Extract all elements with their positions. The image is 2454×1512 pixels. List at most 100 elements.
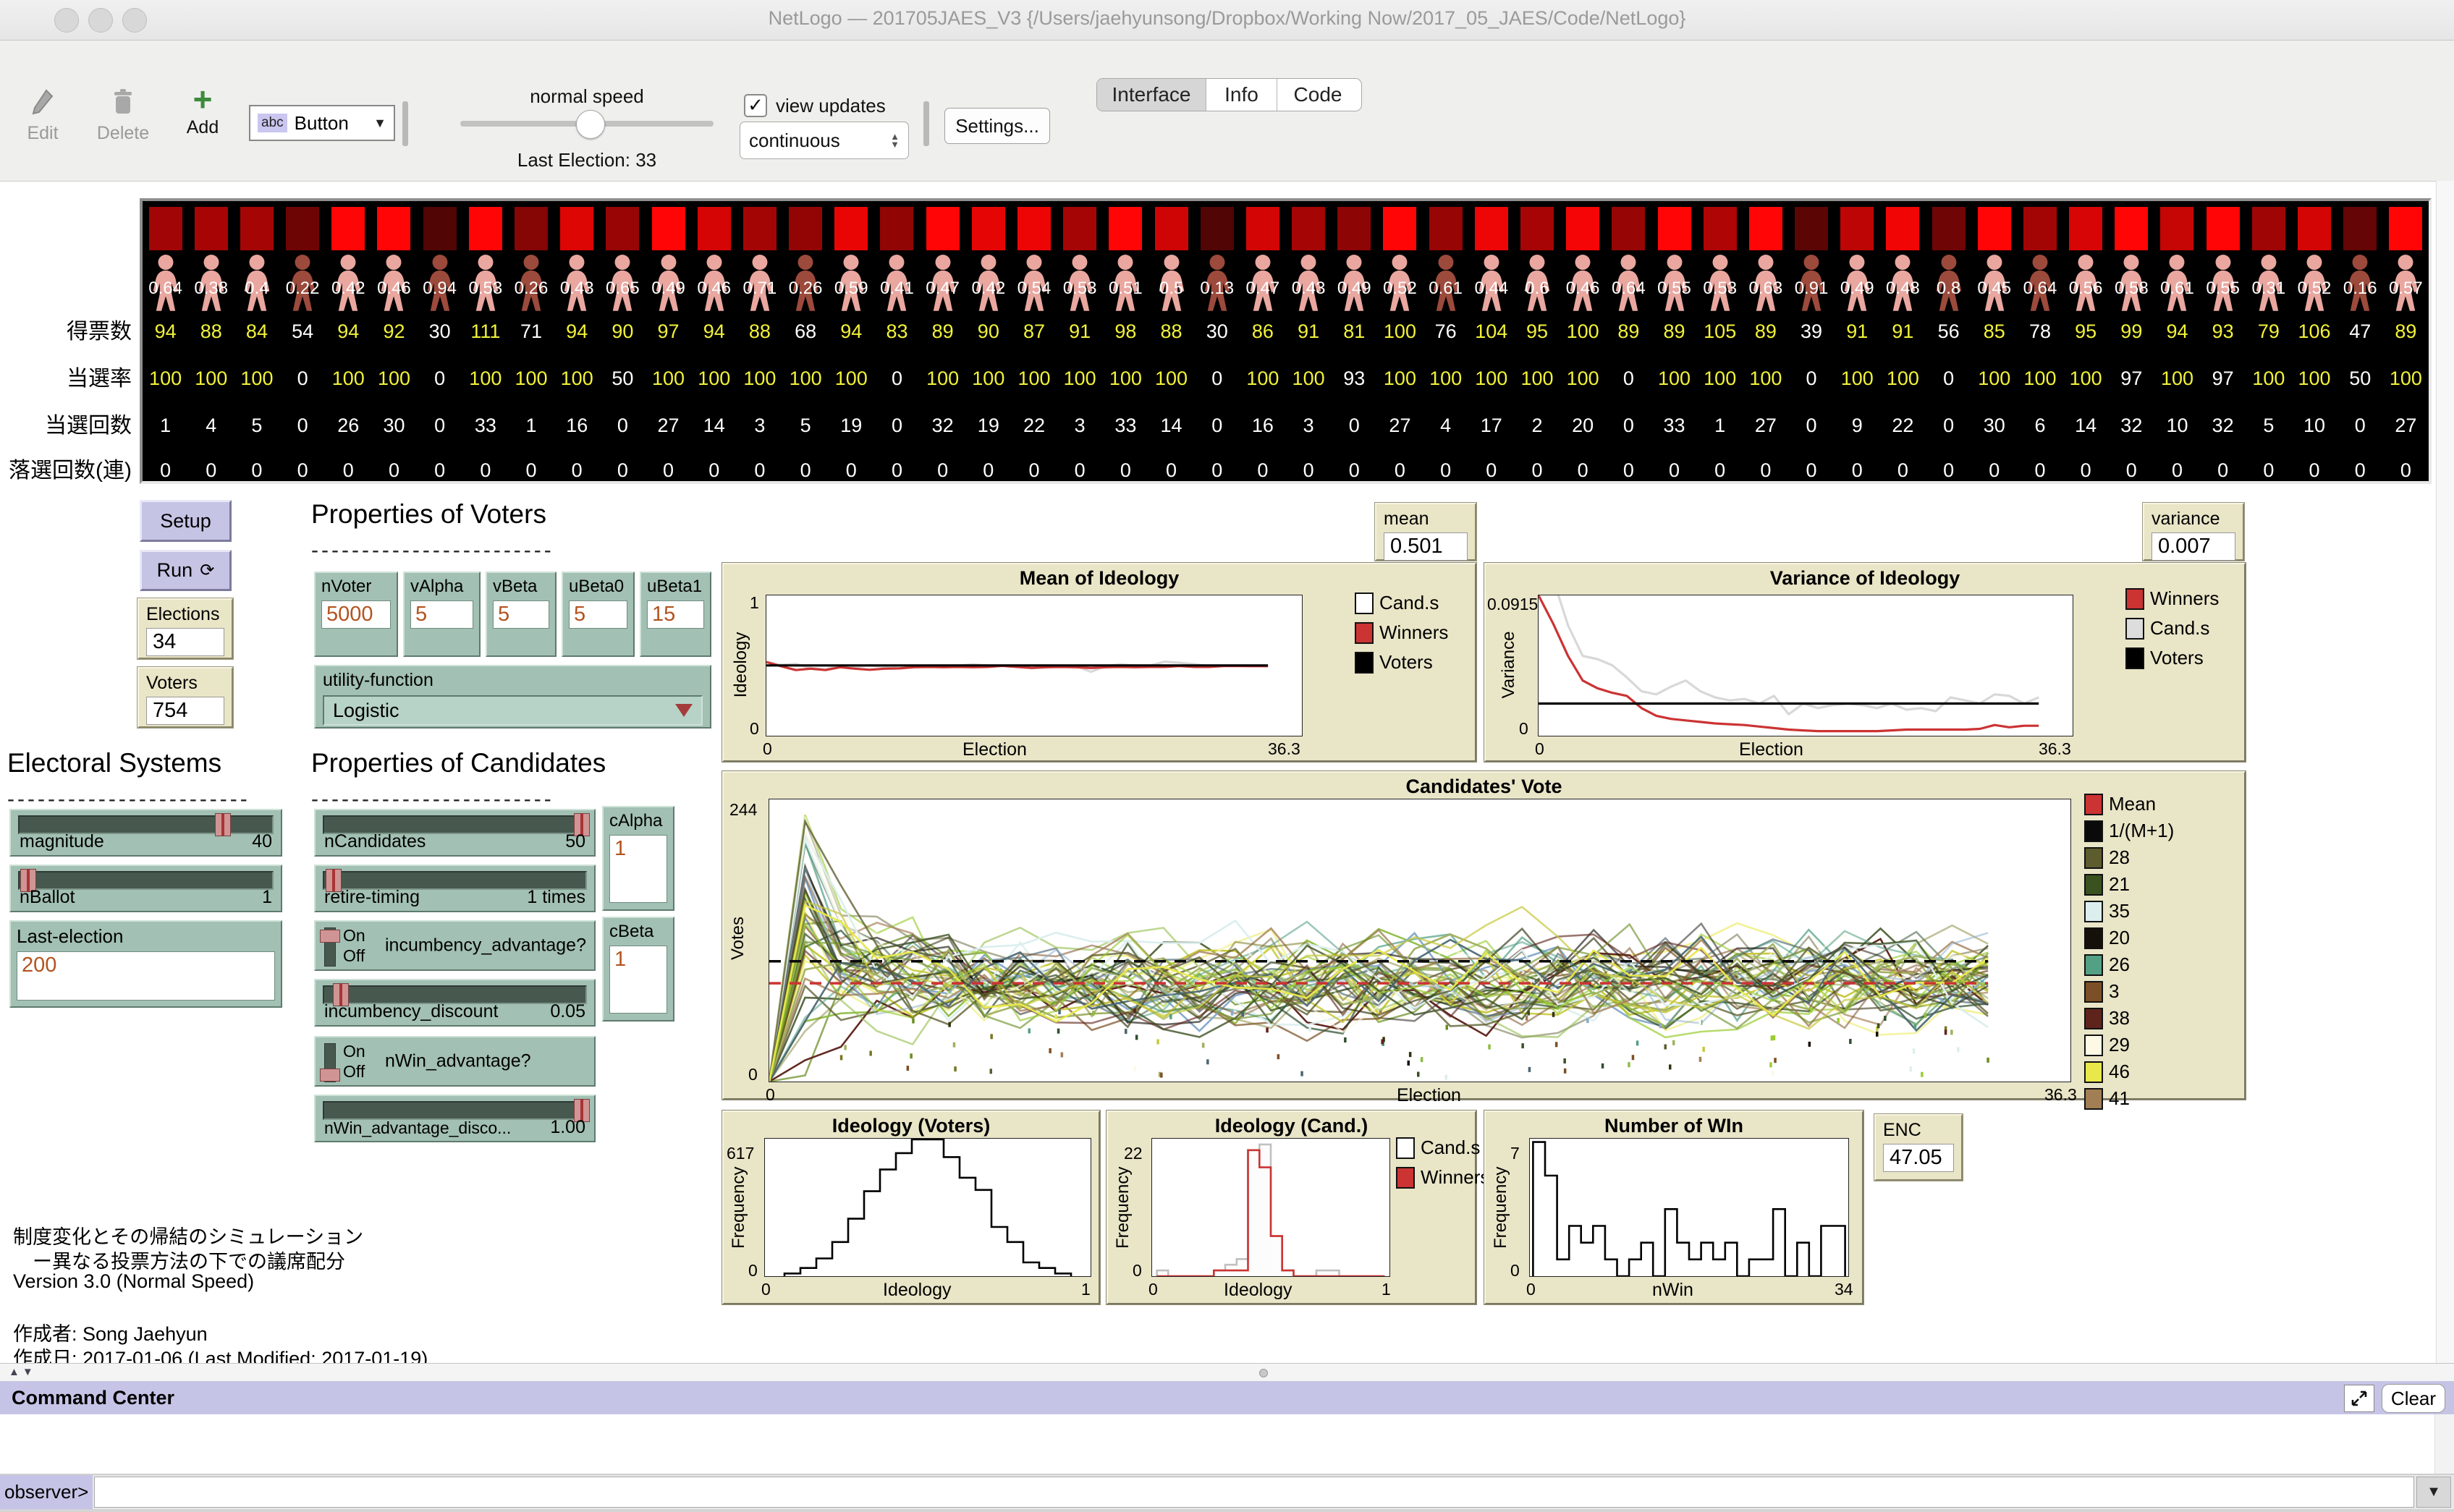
input-value[interactable]: 1 [609, 835, 667, 903]
add-button[interactable]: + Add [177, 84, 228, 138]
slider-handle[interactable] [215, 813, 231, 836]
candidate-ideology: 0.38 [188, 278, 234, 300]
chooser-utility-function[interactable]: utility-function Logistic [314, 665, 711, 729]
input-ubeta0[interactable]: uBeta0 5 [562, 572, 635, 657]
edit-button[interactable]: Edit [17, 88, 68, 144]
input-value[interactable]: 5000 [321, 600, 391, 629]
slider-incumbency-discount[interactable]: incumbency_discount 0.05 [314, 979, 596, 1027]
patch-rect [195, 207, 228, 250]
pane-splitter[interactable]: ▲▼ [0, 1363, 2454, 1382]
input-last-election[interactable]: Last-election 200 [9, 920, 282, 1008]
input-label: cAlpha [604, 807, 673, 831]
switch-nwin-advantage[interactable]: On Off nWin_advantage? [314, 1036, 596, 1087]
input-value[interactable]: 5 [410, 600, 473, 629]
candidate-win-count: 6 [2017, 415, 2062, 436]
patch-rect [240, 207, 274, 250]
y-tick: 0 [748, 1261, 758, 1280]
x-tick: 0 [766, 1085, 775, 1105]
input-valpha[interactable]: vAlpha 5 [403, 572, 481, 657]
splitter-handle[interactable] [1259, 1369, 1268, 1377]
patch-rect [1201, 207, 1234, 250]
switch-knob[interactable] [320, 1069, 340, 1082]
scroll-arrows-icon[interactable]: ▲▼ [9, 1366, 36, 1378]
input-value[interactable]: 15 [647, 600, 704, 629]
candidate-ideology: 0.26 [783, 278, 829, 300]
pencil-icon [30, 88, 55, 116]
input-calpha[interactable]: cAlpha 1 [602, 806, 674, 911]
world-view[interactable]: 0.6494100100.3888100400.484100500.225400… [140, 198, 2432, 484]
candidate-win-count: 5 [783, 415, 829, 436]
command-input[interactable] [94, 1477, 2414, 1508]
input-value[interactable]: 1 [609, 946, 667, 1014]
clear-button[interactable]: Clear [2382, 1384, 2445, 1413]
input-vbeta[interactable]: vBeta 5 [486, 572, 557, 657]
legend-item: Cand.s [1396, 1137, 1489, 1159]
tab-interface[interactable]: Interface [1097, 79, 1206, 111]
settings-button[interactable]: Settings... [944, 108, 1050, 144]
candidate-win-count: 10 [2291, 415, 2337, 436]
switch-track[interactable] [324, 927, 336, 967]
plot-title: Variance of Ideology [1486, 567, 2244, 590]
output-scrollbar[interactable] [2434, 1414, 2454, 1474]
slider-value: 40 [252, 831, 272, 852]
patch-rect [2115, 207, 2148, 250]
slider-retire-timing[interactable]: retire-timing 1 times [314, 865, 596, 912]
switch-on-label: On [343, 1042, 365, 1061]
speed-slider[interactable] [460, 121, 714, 127]
input-value[interactable]: 200 [17, 951, 275, 1001]
patch-rect [2069, 207, 2102, 250]
slider-track[interactable] [323, 1101, 587, 1120]
candidate-ideology: 0.53 [1057, 278, 1103, 300]
widget-type-select[interactable]: abc Button ▼ [249, 105, 395, 141]
chooser-field[interactable]: Logistic [323, 695, 703, 726]
switch-track[interactable] [324, 1043, 336, 1082]
candidate-column: 0.1330000 [1194, 201, 1240, 481]
candidate-win-rate: 100 [1423, 368, 1468, 389]
tab-info[interactable]: Info [1206, 79, 1277, 111]
candidate-loss-count: 0 [1514, 459, 1560, 481]
vertical-scrollbar[interactable] [2436, 181, 2454, 1363]
switch-incumbency-advantage[interactable]: On Off incumbency_advantage? [314, 920, 596, 971]
y-axis-label: Variance [1499, 621, 1519, 708]
switch-knob[interactable] [320, 930, 340, 943]
x-tick: 0 [1526, 1280, 1536, 1299]
legend-label: Winners [1379, 621, 1448, 644]
input-cbeta[interactable]: cBeta 1 [602, 917, 674, 1022]
patch-rect [2343, 207, 2377, 250]
monitor-mean: mean 0.501 [1375, 503, 1476, 561]
history-dropdown-button[interactable]: ▼ [2416, 1477, 2451, 1508]
patch-rect [469, 207, 502, 250]
slider-magnitude[interactable]: magnitude 40 [9, 809, 282, 857]
candidate-win-rate: 100 [2246, 368, 2291, 389]
plot-legend: WinnersCand.sVoters [2125, 587, 2219, 676]
export-button[interactable] [2344, 1385, 2374, 1412]
input-nvoter[interactable]: nVoter 5000 [314, 572, 398, 657]
candidate-loss-count: 0 [1468, 459, 1514, 481]
input-value[interactable]: 5 [569, 600, 627, 629]
candidate-votes: 99 [2109, 320, 2154, 342]
candidate-loss-count: 0 [2063, 459, 2109, 481]
delete-button[interactable]: Delete [94, 88, 152, 144]
candidate-win-rate: 100 [2154, 368, 2200, 389]
update-mode-select[interactable]: continuous ▲▼ [740, 122, 909, 159]
candidate-win-count: 14 [691, 415, 737, 436]
plot-ideology-voters: Ideology (Voters) 617 0 Frequency 0 1 Id… [722, 1110, 1100, 1304]
candidate-win-count: 20 [1560, 415, 1606, 436]
input-value[interactable]: 5 [493, 600, 549, 629]
candidate-ideology: 0.31 [2246, 278, 2291, 300]
slider-ncandidates[interactable]: nCandidates 50 [314, 809, 596, 857]
legend-item: 1/(M+1) [2084, 820, 2174, 842]
candidate-votes: 98 [1103, 320, 1148, 342]
view-updates-checkbox[interactable]: ✓ view updates [744, 94, 886, 117]
run-button[interactable]: Run ⟳ [140, 550, 232, 591]
legend-label: 29 [2109, 1034, 2130, 1056]
speed-slider-knob[interactable] [576, 110, 605, 139]
slider-nballot[interactable]: nBallot 1 [9, 865, 282, 912]
tab-code[interactable]: Code [1277, 79, 1358, 111]
setup-button[interactable]: Setup [140, 500, 232, 542]
slider-nwin-advantage-discount[interactable]: nWin_advantage_disco... 1.00 [314, 1095, 596, 1142]
input-ubeta1[interactable]: uBeta1 15 [640, 572, 711, 657]
candidate-loss-count: 0 [1194, 459, 1240, 481]
candidate-win-rate: 100 [920, 368, 965, 389]
y-tick: 7 [1510, 1144, 1520, 1163]
